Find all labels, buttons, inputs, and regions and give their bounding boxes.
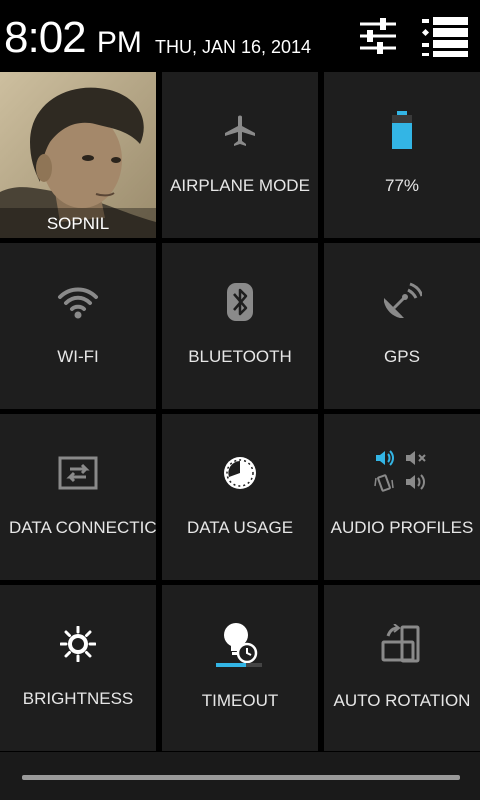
- panel-footer: [0, 752, 480, 800]
- audio-profiles-label: AUDIO PROFILES: [330, 518, 474, 537]
- auto-rotation-icon: [381, 624, 420, 663]
- auto-rotation-label: AUTO ROTATION: [333, 691, 471, 710]
- data-connection-icon-wrap: [0, 448, 156, 498]
- brightness-icon-wrap: [0, 619, 156, 669]
- airplane-mode-tile[interactable]: AIRPLANE MODE: [162, 72, 318, 238]
- wifi-icon-wrap: [0, 277, 156, 327]
- bluetooth-icon-wrap: [162, 277, 318, 327]
- airplane-icon: [225, 115, 255, 146]
- data-connection-label: DATA CONNECTIC: [9, 518, 156, 537]
- wifi-label: WI-FI: [57, 347, 99, 366]
- timeout-tile[interactable]: TIMEOUT: [162, 585, 318, 751]
- profile-name: SOPNIL: [46, 214, 110, 233]
- drag-handle[interactable]: [22, 775, 460, 780]
- bluetooth-icon: [227, 283, 253, 321]
- data-connection-tile[interactable]: DATA CONNECTIC: [0, 414, 156, 580]
- clock-time: 8:02: [4, 13, 87, 62]
- clock-ampm: PM: [96, 26, 142, 59]
- bluetooth-label: BLUETOOTH: [188, 347, 292, 366]
- clock: 8:02 PM: [4, 12, 142, 69]
- data-usage-tile[interactable]: DATA USAGE: [162, 414, 318, 580]
- auto-rotation-icon-wrap: [324, 619, 480, 669]
- brightness-tile[interactable]: BRIGHTNESS: [0, 585, 156, 751]
- data-usage-label: DATA USAGE: [186, 518, 294, 537]
- brightness-label: BRIGHTNESS: [22, 689, 134, 708]
- timeout-icon: [216, 623, 262, 667]
- airplane-icon-wrap: [162, 106, 318, 156]
- data-connection-icon: [58, 456, 98, 490]
- date-text: THU, JAN 16, 2014: [155, 37, 312, 57]
- list-settings-icon: [421, 17, 468, 57]
- audio-profiles-icon-wrap: [324, 448, 480, 498]
- data-usage-icon-wrap: [162, 448, 318, 498]
- wifi-tile[interactable]: WI-FI: [0, 243, 156, 409]
- gps-icon-wrap: [324, 277, 480, 327]
- battery-icon: [392, 111, 412, 149]
- quick-settings-grid: SOPNIL AIRPLANE MODE 77% WI-FI BLUETOOTH…: [0, 72, 480, 752]
- profile-tile[interactable]: SOPNIL: [0, 72, 156, 238]
- settings-button[interactable]: [356, 14, 400, 58]
- battery-label: 77%: [384, 176, 420, 195]
- wifi-icon: [58, 287, 98, 319]
- bluetooth-tile[interactable]: BLUETOOTH: [162, 243, 318, 409]
- status-header: 8:02 PM THU, JAN 16, 2014: [0, 0, 480, 72]
- data-usage-icon: [224, 457, 256, 489]
- quick-settings-list-button[interactable]: [420, 14, 468, 58]
- timeout-label: TIMEOUT: [201, 691, 279, 710]
- battery-tile[interactable]: 77%: [324, 72, 480, 238]
- gps-tile[interactable]: GPS: [324, 243, 480, 409]
- battery-icon-wrap: [324, 106, 480, 156]
- gps-icon: [384, 282, 422, 318]
- sliders-icon: [360, 18, 396, 54]
- airplane-mode-label: AIRPLANE MODE: [170, 176, 310, 195]
- audio-profiles-tile[interactable]: AUDIO PROFILES: [324, 414, 480, 580]
- gps-label: GPS: [384, 347, 420, 366]
- audio-profiles-icon: [374, 450, 426, 492]
- auto-rotation-tile[interactable]: AUTO ROTATION: [324, 585, 480, 751]
- timeout-icon-wrap: [162, 619, 318, 669]
- brightness-icon: [60, 626, 96, 662]
